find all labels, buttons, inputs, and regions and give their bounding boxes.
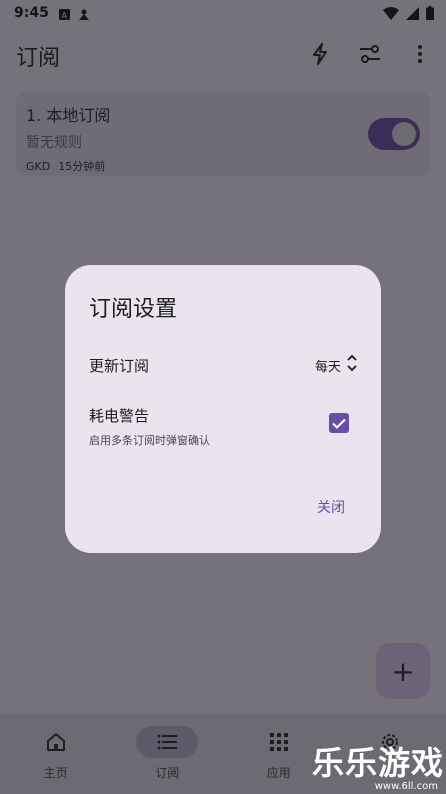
nav-item-home[interactable]: 主页 bbox=[0, 714, 112, 794]
update-frequency-label: 更新订阅 bbox=[89, 356, 150, 375]
watermark-url: www.6ll.com bbox=[374, 781, 438, 792]
update-frequency-value: 每天 bbox=[314, 359, 341, 375]
notification-a-icon: A bbox=[58, 8, 70, 20]
subscription-updated: 15分钟前 bbox=[58, 160, 106, 173]
nav-label-home: 主页 bbox=[43, 766, 68, 780]
svg-text:A: A bbox=[61, 11, 67, 20]
subscription-card[interactable]: 1. 本地订阅 暂无规则 GKD 15分钟前 bbox=[16, 92, 430, 176]
list-icon bbox=[136, 726, 199, 758]
update-frequency-select[interactable]: 每天 bbox=[315, 354, 357, 376]
subscription-title: 1. 本地订阅 bbox=[26, 106, 111, 125]
dialog-title: 订阅设置 bbox=[89, 297, 178, 322]
subscription-toggle[interactable] bbox=[368, 118, 420, 150]
status-bar: 9:45 A bbox=[0, 0, 446, 26]
unfold-icon bbox=[347, 354, 357, 376]
status-time: 9:45 bbox=[14, 5, 49, 21]
apps-grid-icon bbox=[248, 726, 310, 758]
notification-user-icon bbox=[78, 8, 89, 20]
battery-warning-desc: 启用多条订阅时弹窗确认 bbox=[89, 434, 210, 447]
update-frequency-row[interactable]: 更新订阅 每天 bbox=[89, 354, 357, 376]
home-icon bbox=[25, 726, 87, 758]
watermark-text: 乐乐游戏 bbox=[311, 744, 444, 782]
toggle-knob bbox=[392, 122, 416, 146]
nav-label-apps: 应用 bbox=[266, 766, 291, 780]
add-icon: + bbox=[391, 654, 415, 688]
flash-icon[interactable] bbox=[308, 42, 332, 66]
more-vert-icon[interactable] bbox=[408, 42, 432, 66]
battery-warning-row[interactable]: 耗电警告 启用多条订阅时弹窗确认 bbox=[89, 405, 357, 448]
watermark: 乐乐游戏 www.6ll.com bbox=[311, 738, 444, 792]
app-bar: 订阅 bbox=[0, 30, 446, 82]
add-subscription-button[interactable]: + bbox=[376, 643, 430, 699]
page-title: 订阅 bbox=[16, 46, 61, 71]
battery-warning-label: 耗电警告 bbox=[89, 407, 150, 425]
filter-settings-icon[interactable] bbox=[358, 42, 382, 66]
subscription-source: GKD bbox=[26, 160, 51, 173]
signal-icon bbox=[406, 6, 419, 24]
subscription-meta: GKD 15分钟前 bbox=[26, 158, 420, 174]
subscription-settings-dialog: 订阅设置 更新订阅 每天 耗电警告 启用多条订阅时弹窗确认 关闭 bbox=[65, 265, 381, 553]
check-icon bbox=[332, 414, 346, 433]
subscription-subtitle: 暂无规则 bbox=[26, 135, 82, 151]
nav-item-subscriptions[interactable]: 订阅 bbox=[112, 714, 224, 794]
close-button[interactable]: 关闭 bbox=[317, 497, 345, 517]
battery-icon bbox=[426, 6, 434, 24]
battery-warning-checkbox[interactable] bbox=[329, 413, 349, 433]
wifi-icon bbox=[383, 6, 399, 24]
nav-label-subscriptions: 订阅 bbox=[155, 766, 180, 780]
